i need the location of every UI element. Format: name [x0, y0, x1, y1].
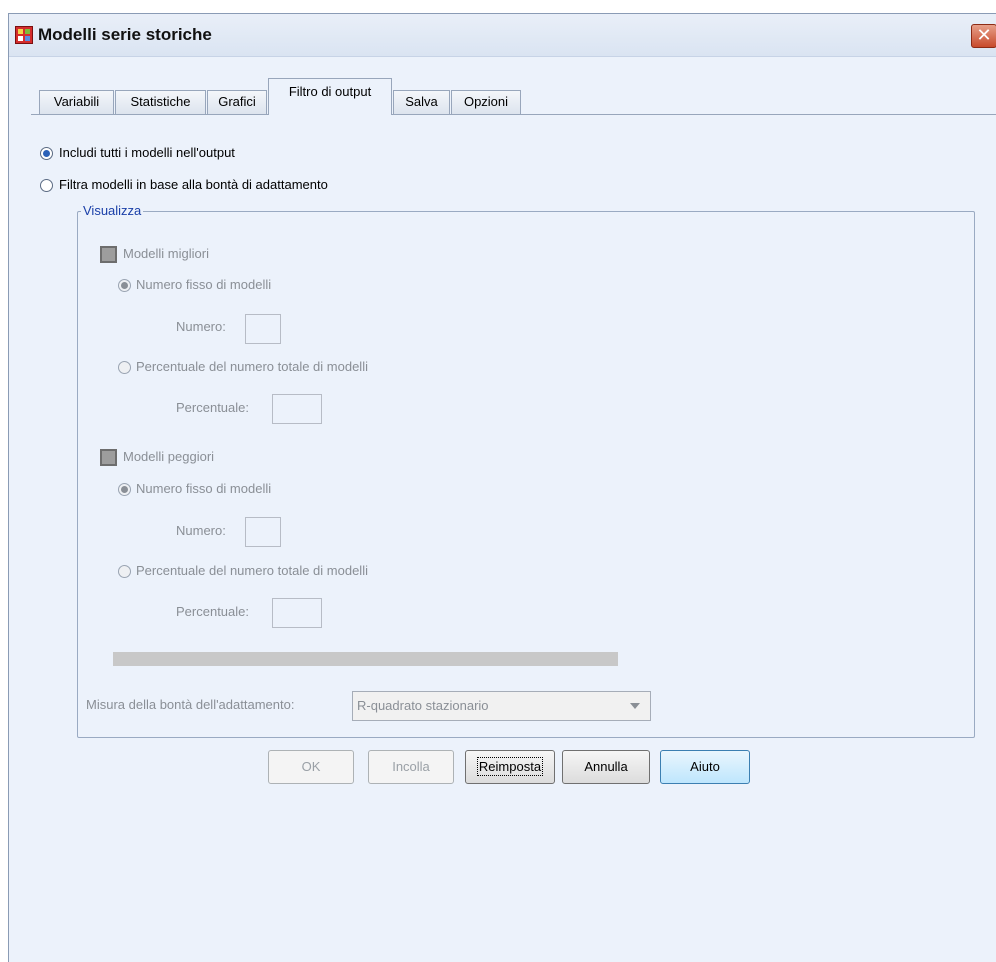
worst-fixed-number-radio[interactable]	[118, 483, 131, 496]
ok-button[interactable]: OK	[268, 750, 354, 784]
worst-number-field[interactable]	[245, 517, 281, 547]
reset-button[interactable]: Reimposta	[465, 750, 555, 784]
separator-bar	[113, 652, 618, 666]
fit-measure-select[interactable]: R-quadrato stazionario	[352, 691, 651, 721]
best-models-label[interactable]: Modelli migliori	[123, 246, 209, 261]
title-bar[interactable]: Modelli serie storiche ✕	[9, 14, 996, 57]
visualizza-legend: Visualizza	[81, 203, 144, 218]
tab-opzioni[interactable]: Opzioni	[451, 90, 521, 114]
tab-filtro-di-output[interactable]: Filtro di output	[268, 78, 392, 115]
include-all-radio[interactable]	[40, 147, 53, 160]
worst-percent-radio[interactable]	[118, 565, 131, 578]
spss-app-icon	[15, 26, 33, 44]
worst-models-checkbox[interactable]	[100, 449, 117, 466]
filter-by-fit-radio[interactable]	[40, 179, 53, 192]
cancel-button[interactable]: Annulla	[562, 750, 650, 784]
tab-grafici[interactable]: Grafici	[207, 90, 267, 114]
fit-measure-value: R-quadrato stazionario	[357, 698, 489, 713]
include-all-label[interactable]: Includi tutti i modelli nell'output	[59, 145, 235, 160]
tab-panel-border	[31, 114, 996, 115]
filter-by-fit-label[interactable]: Filtra modelli in base alla bontà di ada…	[59, 177, 328, 192]
dialog-title: Modelli serie storiche	[38, 25, 212, 44]
best-percent-option-label[interactable]: Percentuale del numero totale di modelli	[136, 359, 368, 374]
best-models-checkbox[interactable]	[100, 246, 117, 263]
best-percent-label: Percentuale:	[176, 400, 249, 415]
paste-button[interactable]: Incolla	[368, 750, 454, 784]
worst-fixed-number-label[interactable]: Numero fisso di modelli	[136, 481, 271, 496]
best-fixed-number-label[interactable]: Numero fisso di modelli	[136, 277, 271, 292]
worst-percent-option-label[interactable]: Percentuale del numero totale di modelli	[136, 563, 368, 578]
worst-percent-label: Percentuale:	[176, 604, 249, 619]
help-button[interactable]: Aiuto	[660, 750, 750, 784]
best-percent-field[interactable]	[272, 394, 322, 424]
best-percent-radio[interactable]	[118, 361, 131, 374]
best-number-label: Numero:	[176, 319, 226, 334]
dialog-window: Modelli serie storiche ✕ Variabili Stati…	[8, 13, 996, 962]
close-icon[interactable]: ✕	[971, 24, 996, 48]
chevron-down-icon[interactable]	[630, 703, 640, 709]
best-number-field[interactable]	[245, 314, 281, 344]
tab-statistiche[interactable]: Statistiche	[115, 90, 206, 114]
worst-number-label: Numero:	[176, 523, 226, 538]
worst-percent-field[interactable]	[272, 598, 322, 628]
worst-models-label[interactable]: Modelli peggiori	[123, 449, 214, 464]
fit-measure-label: Misura della bontà dell'adattamento:	[86, 697, 295, 712]
best-fixed-number-radio[interactable]	[118, 279, 131, 292]
tab-variabili[interactable]: Variabili	[39, 90, 114, 114]
tab-salva[interactable]: Salva	[393, 90, 450, 114]
